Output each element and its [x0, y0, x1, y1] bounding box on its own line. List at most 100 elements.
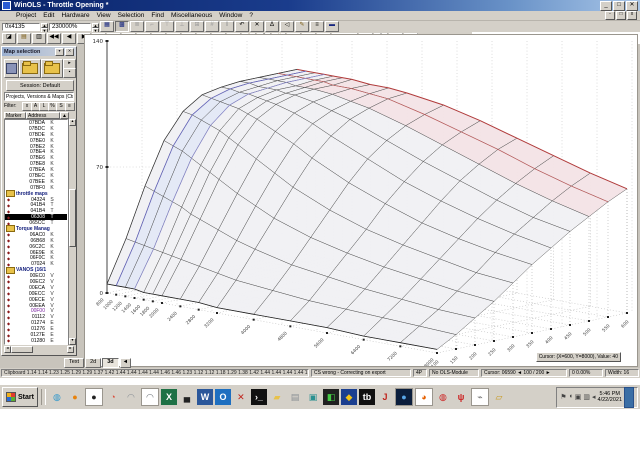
folder-icon[interactable]: ▰ — [269, 389, 285, 405]
scroll-down-icon[interactable]: ▼ — [69, 338, 76, 345]
chrome-icon[interactable]: ◔ — [105, 389, 121, 405]
close-button[interactable]: ✕ — [626, 0, 638, 11]
mdi-minimize-button[interactable]: - — [605, 11, 615, 20]
menu-[interactable]: ? — [249, 12, 253, 19]
delete-map-button[interactable]: ▪ — [63, 68, 76, 78]
map-pane-button[interactable]: ▬ — [325, 21, 339, 32]
maximize-button[interactable]: □ — [613, 0, 625, 11]
open-folder-button[interactable] — [19, 59, 41, 78]
start-button[interactable]: Start — [2, 387, 38, 407]
capture-one-alt-icon[interactable]: ◠ — [140, 388, 159, 406]
browser-icon[interactable]: ◕ — [414, 388, 433, 406]
capture-one-icon[interactable]: ◠ — [123, 389, 139, 405]
menu-selection[interactable]: Selection — [118, 12, 145, 19]
panda-antivirus-icon[interactable]: ● — [84, 388, 103, 406]
diff-button[interactable]: Δ — [265, 21, 279, 32]
map-list-hscrollbar[interactable]: ◄ ► — [4, 346, 74, 353]
list-header[interactable]: Marker Address ▲ — [4, 112, 69, 119]
column-address[interactable]: Address — [26, 112, 60, 119]
frame-top-button[interactable]: ⊤ — [160, 21, 174, 32]
address-spinner[interactable]: ▲ ▼ — [41, 22, 48, 33]
monitor-app-icon[interactable]: ▣ — [305, 389, 321, 405]
tray-eject-icon[interactable]: ◂ — [592, 393, 596, 401]
project-props-button[interactable]: ▥ — [32, 32, 46, 44]
sort-icon[interactable]: ▲ — [60, 112, 69, 119]
scroll-up-icon[interactable]: ▲ — [69, 119, 76, 126]
table-row[interactable]: ◆ 01280 E — [5, 338, 67, 344]
session-button[interactable]: Session: Default — [6, 80, 74, 91]
media-player-icon[interactable]: ◍ — [49, 389, 65, 405]
code-tool-icon[interactable]: ◧ — [322, 389, 339, 405]
tab-scroll-icon[interactable]: ◄ — [119, 358, 132, 368]
map-3d-view[interactable]: 0 70 140 800 1000 1200 1400 1600 1800 2000 2400 280… — [84, 34, 638, 370]
scroll-left-icon[interactable]: ◄ — [4, 346, 11, 353]
view-3d-button[interactable]: ▩ — [115, 21, 129, 32]
address-combo[interactable]: 0x4135 — [2, 22, 40, 31]
menu-window[interactable]: Window — [219, 12, 242, 19]
menu-view[interactable]: View — [97, 12, 111, 19]
scroll-right-icon[interactable]: ► — [67, 346, 74, 353]
filter-button-6[interactable]: ≡ — [64, 102, 75, 111]
columns-button[interactable]: ‖ — [220, 21, 234, 32]
tray-lock-icon[interactable]: ▣ — [575, 393, 582, 401]
panel-caption[interactable]: Map selection ▾ ✕ — [2, 47, 76, 56]
hscroll-thumb[interactable] — [11, 346, 33, 353]
globe-icon[interactable]: ◍ — [435, 389, 451, 405]
menu-edit[interactable]: Edit — [43, 12, 54, 19]
list-view-button[interactable]: ≡ — [310, 21, 324, 32]
import-folder-button[interactable] — [41, 59, 63, 78]
wrench-icon[interactable]: ⌁ — [470, 388, 489, 406]
menu-hardware[interactable]: Hardware — [61, 12, 89, 19]
mdi-close-button[interactable]: x — [627, 11, 637, 20]
j-app-icon[interactable]: J — [377, 389, 393, 405]
shield-icon[interactable]: ◆ — [340, 389, 357, 405]
terminal-icon[interactable]: ›_ — [250, 389, 267, 405]
tab-text[interactable]: Text — [64, 358, 85, 368]
outlook-icon[interactable]: O — [214, 389, 231, 405]
project-button[interactable]: ◪ — [2, 32, 16, 44]
tray-network-icon[interactable]: ▥ — [583, 393, 590, 401]
zoom-spinner[interactable]: ▲ ▼ — [92, 22, 99, 33]
bird-app-icon[interactable]: ● — [394, 388, 413, 406]
tb-circle-icon[interactable]: tb — [358, 389, 375, 405]
save-map-button[interactable] — [4, 59, 19, 78]
tray-volume-icon[interactable]: ◖ — [569, 393, 573, 401]
mdi-restore-button[interactable]: □ — [616, 11, 626, 20]
show-desktop-button[interactable] — [624, 386, 634, 408]
notepad-icon[interactable]: ▤ — [287, 389, 303, 405]
signature-button[interactable]: ✎ — [295, 21, 309, 32]
ebook-icon[interactable]: ▄ — [179, 389, 195, 405]
play-back-button[interactable]: ◁ — [280, 21, 294, 32]
red-x-app-icon[interactable]: ✕ — [233, 389, 249, 405]
map-list-scrollbar[interactable]: ▲ ▼ — [68, 119, 76, 345]
menu-miscellaneous[interactable]: Miscellaneous — [171, 12, 212, 19]
panel-pin-button[interactable]: ▾ — [55, 47, 64, 56]
frame-full-button[interactable]: ⊞ — [190, 21, 204, 32]
frame-bottom-button[interactable]: ⊥ — [175, 21, 189, 32]
panel-close-button[interactable]: ✕ — [65, 47, 74, 56]
excel-icon[interactable]: X — [160, 389, 177, 405]
minimize-button[interactable]: _ — [600, 0, 612, 11]
menu-find[interactable]: Find — [151, 12, 164, 19]
open-project-button[interactable]: ▤ — [17, 32, 31, 44]
map-list[interactable]: 07BDA K 07BDC K 07BDE K 07BE0 K 07BE2 K 07BE4 K 07BE… — [4, 119, 68, 345]
zoom-combo[interactable]: 230000% — [49, 22, 91, 31]
nav-prev-button[interactable]: ◀ — [62, 32, 76, 44]
tray-flag-icon[interactable]: ⚑ — [560, 393, 566, 401]
documents-icon[interactable]: ▱ — [491, 389, 507, 405]
orange-app-icon[interactable]: ● — [67, 389, 83, 405]
undo-button[interactable]: ↶ — [235, 21, 249, 32]
tree-mode-combo[interactable]: Projects, Versions & Maps (Ctr ▼ — [4, 92, 74, 101]
antenna-icon[interactable]: ψ — [453, 389, 469, 405]
tab-3d[interactable]: 3d — [102, 358, 119, 368]
frame-left-button[interactable]: ⌐ — [145, 21, 159, 32]
tab-2d[interactable]: 2d — [85, 358, 102, 368]
word-icon[interactable]: W — [196, 389, 213, 405]
view-2d-button[interactable]: ▦ — [100, 21, 114, 32]
nav-first-button[interactable]: ◀◀ — [47, 32, 61, 44]
menu-project[interactable]: Project — [16, 12, 36, 19]
text-view-button[interactable]: ≣ — [130, 21, 144, 32]
delete-button[interactable]: ✕ — [250, 21, 264, 32]
scroll-thumb[interactable] — [69, 189, 76, 247]
column-marker[interactable]: Marker — [4, 112, 26, 119]
